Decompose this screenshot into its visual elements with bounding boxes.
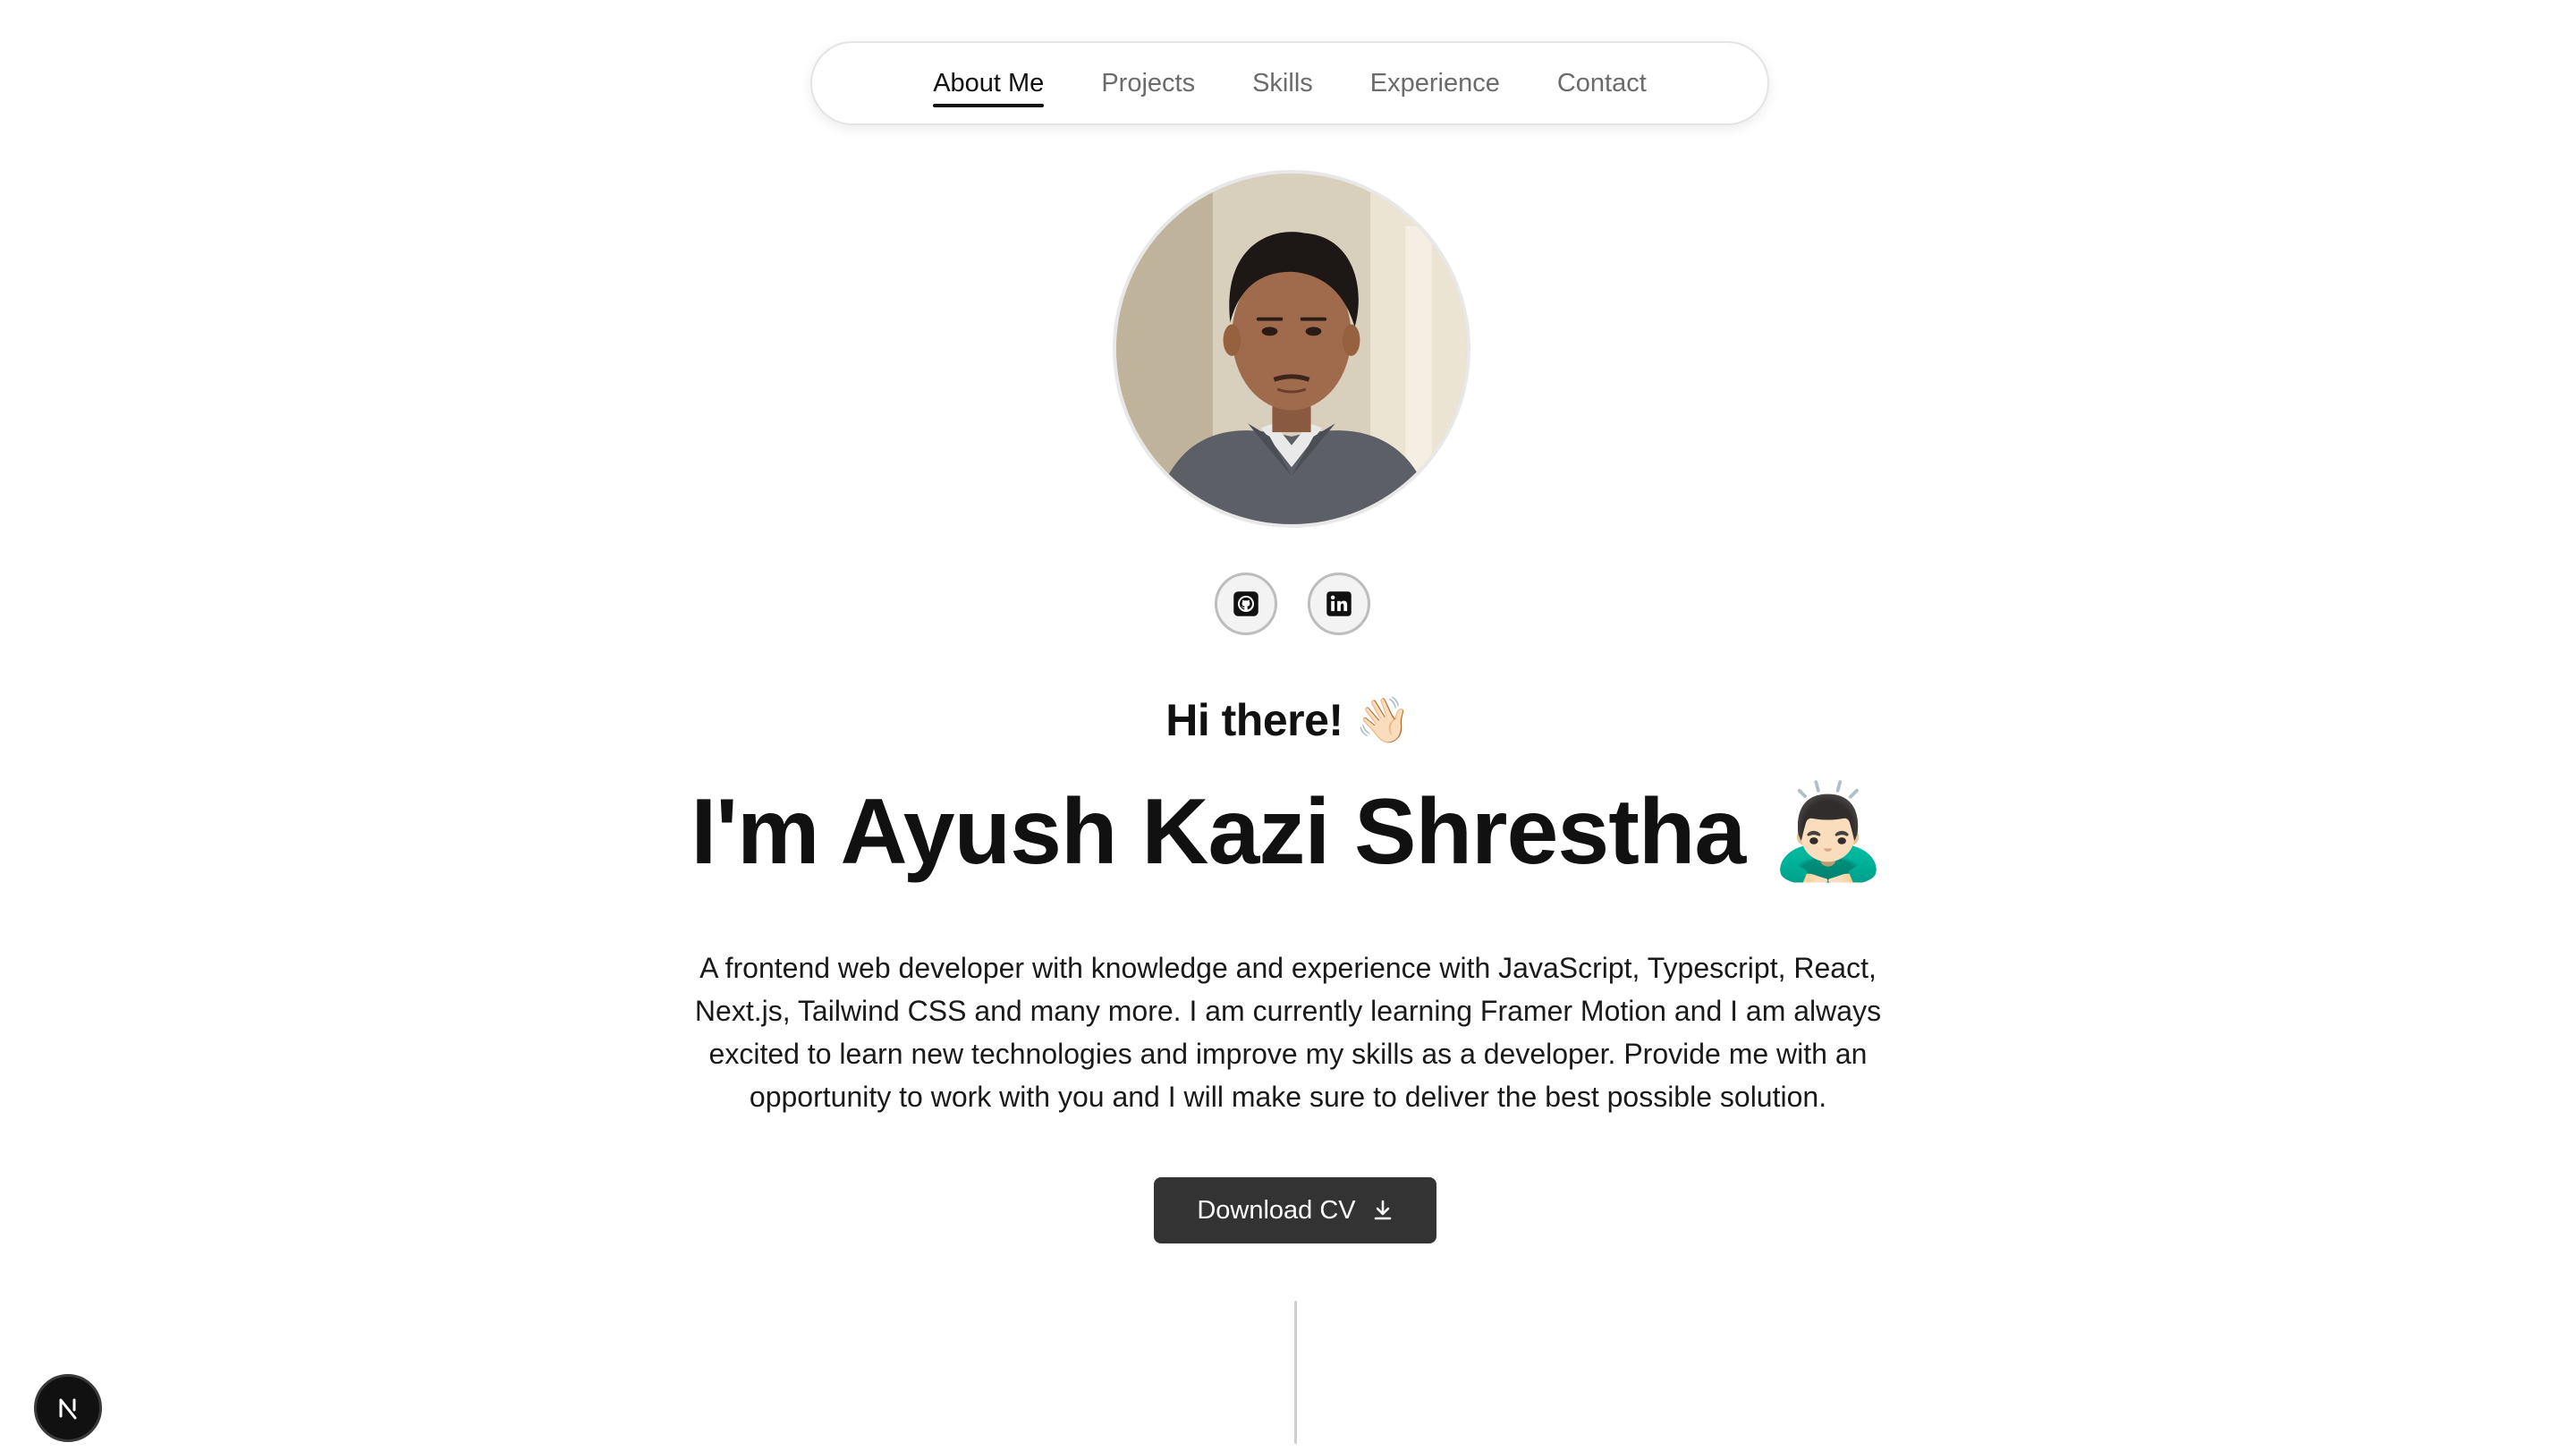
nextjs-dev-indicator[interactable]: [34, 1374, 102, 1442]
download-cv-button[interactable]: Download CV: [1154, 1177, 1436, 1243]
page: About Me Projects Skills Experience Cont…: [0, 0, 2576, 1451]
section-divider: [1294, 1301, 1297, 1444]
linkedin-link-button[interactable]: [1308, 573, 1370, 635]
nav-item-projects[interactable]: Projects: [1101, 64, 1195, 104]
nav-item-experience[interactable]: Experience: [1370, 64, 1500, 104]
greeting-heading: Hi there! 👋🏻: [1165, 695, 1411, 745]
download-cv-label: Download CV: [1197, 1195, 1356, 1225]
linkedin-icon: [1326, 591, 1352, 616]
nextjs-n-icon: [59, 1398, 77, 1420]
top-nav: About Me Projects Skills Experience Cont…: [810, 41, 1769, 125]
github-icon: [1233, 591, 1258, 616]
nav-item-contact[interactable]: Contact: [1557, 64, 1647, 104]
github-link-button[interactable]: [1215, 573, 1277, 635]
bio-paragraph: A frontend web developer with knowledge …: [694, 952, 1882, 1113]
profile-photo: [1113, 170, 1470, 528]
social-links: [1215, 573, 1370, 635]
download-icon: [1374, 1200, 1391, 1220]
nav-item-about-me[interactable]: About Me: [933, 64, 1045, 107]
nav-item-skills[interactable]: Skills: [1252, 64, 1313, 104]
name-heading: I'm Ayush Kazi Shrestha 🙇🏻‍♂️: [691, 780, 1885, 884]
